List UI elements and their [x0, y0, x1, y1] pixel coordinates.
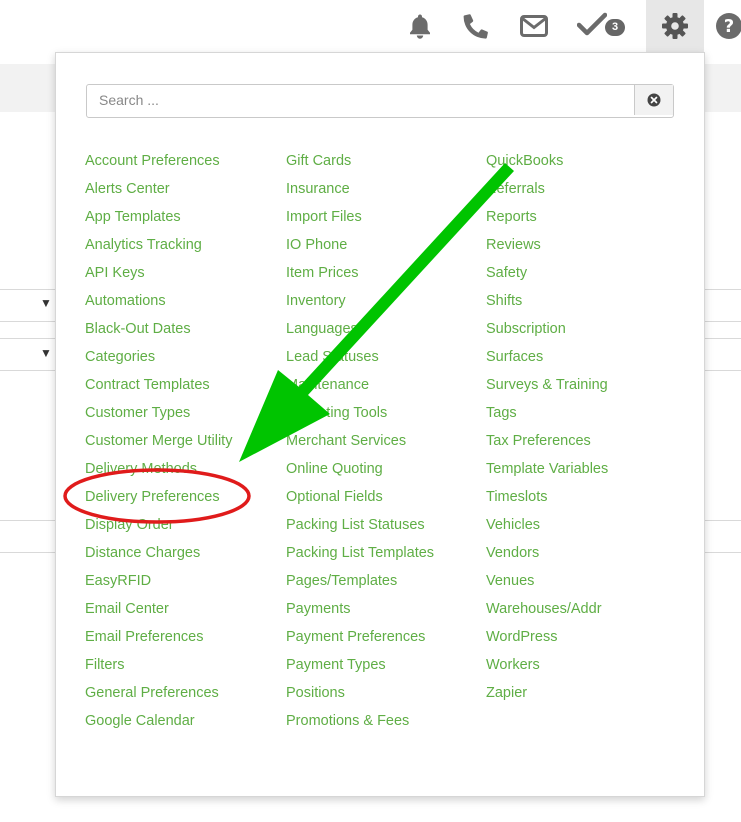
- menu-item[interactable]: Customer Merge Utility: [85, 429, 232, 457]
- menu-item[interactable]: Lead Statuses: [286, 345, 434, 373]
- menu-item[interactable]: Subscription: [486, 317, 608, 345]
- settings-menu-column-1: Account Preferences Alerts Center App Te…: [85, 149, 232, 737]
- menu-item[interactable]: Shifts: [486, 289, 608, 317]
- menu-item[interactable]: Marketing Tools: [286, 401, 434, 429]
- menu-item[interactable]: Tags: [486, 401, 608, 429]
- menu-item[interactable]: Packing List Statuses: [286, 513, 434, 541]
- menu-item[interactable]: Vehicles: [486, 513, 608, 541]
- menu-item[interactable]: Customer Types: [85, 401, 232, 429]
- background-select-chevron-icon[interactable]: ▼: [40, 346, 52, 360]
- menu-item[interactable]: Alerts Center: [85, 177, 232, 205]
- settings-search-input[interactable]: [87, 85, 635, 115]
- menu-item[interactable]: API Keys: [85, 261, 232, 289]
- menu-item[interactable]: Payments: [286, 597, 434, 625]
- menu-item[interactable]: Referrals: [486, 177, 608, 205]
- settings-menu-column-2: Gift Cards Insurance Import Files IO Pho…: [286, 149, 434, 737]
- menu-item[interactable]: Promotions & Fees: [286, 709, 434, 737]
- settings-menu-column-3: QuickBooks Referrals Reports Reviews Saf…: [486, 149, 608, 709]
- menu-item[interactable]: Venues: [486, 569, 608, 597]
- menu-item[interactable]: Workers: [486, 653, 608, 681]
- menu-item[interactable]: Reviews: [486, 233, 608, 261]
- menu-item[interactable]: Email Center: [85, 597, 232, 625]
- background-select-chevron-icon[interactable]: ▼: [40, 296, 52, 310]
- menu-item[interactable]: Warehouses/Addr: [486, 597, 608, 625]
- menu-item[interactable]: Contract Templates: [85, 373, 232, 401]
- menu-item-delivery-preferences[interactable]: Delivery Preferences: [85, 485, 232, 513]
- menu-item[interactable]: Timeslots: [486, 485, 608, 513]
- menu-item[interactable]: Zapier: [486, 681, 608, 709]
- menu-item[interactable]: Surfaces: [486, 345, 608, 373]
- menu-item[interactable]: Optional Fields: [286, 485, 434, 513]
- checkmark-icon: [577, 12, 607, 36]
- tasks-indicator[interactable]: 3: [575, 0, 635, 52]
- bell-icon[interactable]: [402, 0, 438, 52]
- menu-item[interactable]: Categories: [85, 345, 232, 373]
- menu-item[interactable]: Pages/Templates: [286, 569, 434, 597]
- menu-item[interactable]: Packing List Templates: [286, 541, 434, 569]
- menu-item[interactable]: Template Variables: [486, 457, 608, 485]
- menu-item[interactable]: Surveys & Training: [486, 373, 608, 401]
- menu-item[interactable]: Languages: [286, 317, 434, 345]
- clear-x-icon: [647, 93, 661, 107]
- menu-item[interactable]: Safety: [486, 261, 608, 289]
- menu-item[interactable]: IO Phone: [286, 233, 434, 261]
- menu-item[interactable]: Account Preferences: [85, 149, 232, 177]
- menu-item[interactable]: Positions: [286, 681, 434, 709]
- menu-item[interactable]: Item Prices: [286, 261, 434, 289]
- help-icon[interactable]: ?: [714, 0, 741, 52]
- svg-text:?: ?: [724, 16, 734, 37]
- menu-item[interactable]: Vendors: [486, 541, 608, 569]
- envelope-icon[interactable]: [515, 0, 553, 52]
- menu-item[interactable]: Import Files: [286, 205, 434, 233]
- gear-icon[interactable]: [646, 0, 704, 52]
- search-clear-button[interactable]: [634, 85, 673, 115]
- menu-item[interactable]: Payment Types: [286, 653, 434, 681]
- menu-item[interactable]: Google Calendar: [85, 709, 232, 737]
- menu-item[interactable]: Online Quoting: [286, 457, 434, 485]
- tasks-count-badge: 3: [605, 19, 625, 36]
- menu-item[interactable]: Gift Cards: [286, 149, 434, 177]
- menu-item[interactable]: Reports: [486, 205, 608, 233]
- phone-icon[interactable]: [458, 0, 494, 52]
- menu-item[interactable]: Filters: [85, 653, 232, 681]
- menu-item[interactable]: Inventory: [286, 289, 434, 317]
- menu-item[interactable]: Automations: [85, 289, 232, 317]
- menu-item[interactable]: Delivery Methods: [85, 457, 232, 485]
- top-navigation-bar: 3 ?: [0, 0, 741, 52]
- menu-item[interactable]: Black-Out Dates: [85, 317, 232, 345]
- menu-item[interactable]: Tax Preferences: [486, 429, 608, 457]
- settings-dropdown-panel: Account Preferences Alerts Center App Te…: [55, 52, 705, 797]
- menu-item[interactable]: QuickBooks: [486, 149, 608, 177]
- menu-item[interactable]: Merchant Services: [286, 429, 434, 457]
- menu-item[interactable]: Insurance: [286, 177, 434, 205]
- menu-item[interactable]: Display Order: [85, 513, 232, 541]
- settings-search-box: [86, 84, 674, 118]
- menu-item[interactable]: Maintenance: [286, 373, 434, 401]
- menu-item[interactable]: EasyRFID: [85, 569, 232, 597]
- menu-item[interactable]: Payment Preferences: [286, 625, 434, 653]
- menu-item[interactable]: General Preferences: [85, 681, 232, 709]
- menu-item[interactable]: Email Preferences: [85, 625, 232, 653]
- menu-item[interactable]: WordPress: [486, 625, 608, 653]
- menu-item[interactable]: App Templates: [85, 205, 232, 233]
- menu-item[interactable]: Distance Charges: [85, 541, 232, 569]
- menu-item[interactable]: Analytics Tracking: [85, 233, 232, 261]
